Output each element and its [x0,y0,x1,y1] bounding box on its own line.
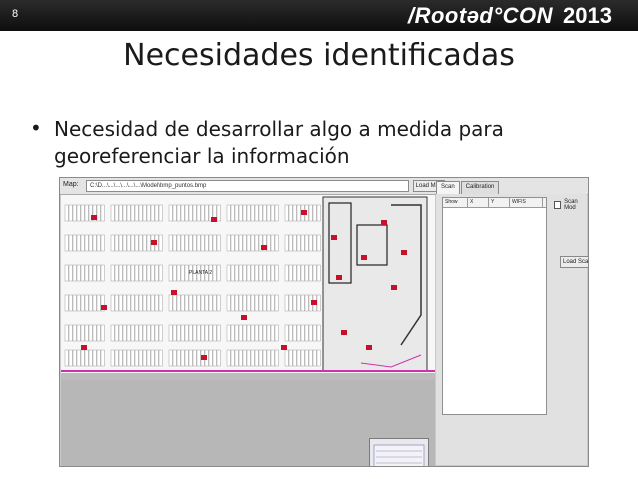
app-toolbar: Map: C:\D...\...\...\...\...\...\Model\b… [60,178,588,195]
scan-mode-checkbox[interactable]: Scan Mod [554,199,587,211]
bullet-text: Necesidad de desarrollar algo a medida p… [54,117,504,168]
map-label: Map: [63,181,79,188]
bullet-item: • Necesidad de desarrollar algo a medida… [30,116,615,170]
tab-bar: Scan Calibration [436,181,500,194]
map-thumbnail[interactable] [369,438,429,466]
tab-calibration[interactable]: Calibration [460,181,500,194]
brand-name: /Rootəd°CON [407,3,554,28]
col-y: Y [489,198,510,207]
brand-logo: /Rootəd°CON 2013 [408,2,612,30]
brand-year: 2013 [563,3,612,28]
top-banner: 8 /Rootəd°CON 2013 [0,0,638,31]
checkbox-icon[interactable] [554,201,562,209]
map-path-input[interactable]: C:\D...\...\...\...\...\...\Model\bmp_pu… [86,180,409,192]
side-panel: Show X Y WIFIS Scan Mod Load Sca [436,194,588,465]
map-view[interactable]: PLANTA 2 [61,195,435,466]
scan-mode-label: Scan Mod [564,199,578,211]
floorplan-image: PLANTA 2 [61,195,435,373]
floor-label: PLANTA 2 [189,270,212,276]
load-scan-button[interactable]: Load Sca [560,256,588,268]
thumbnail-image [373,444,425,466]
slide-number: 8 [11,8,19,20]
scan-table[interactable]: Show X Y WIFIS [442,197,547,415]
col-wifis: WIFIS [510,198,543,207]
col-show: Show [443,198,468,207]
col-x: X [468,198,489,207]
slide-title: Necesidades identificadas [123,38,515,73]
tab-scan[interactable]: Scan [436,181,460,194]
app-screenshot: Map: C:\D...\...\...\...\...\...\Model\b… [59,177,589,467]
table-header: Show X Y WIFIS [443,198,546,208]
bullet-icon: • [30,116,42,140]
